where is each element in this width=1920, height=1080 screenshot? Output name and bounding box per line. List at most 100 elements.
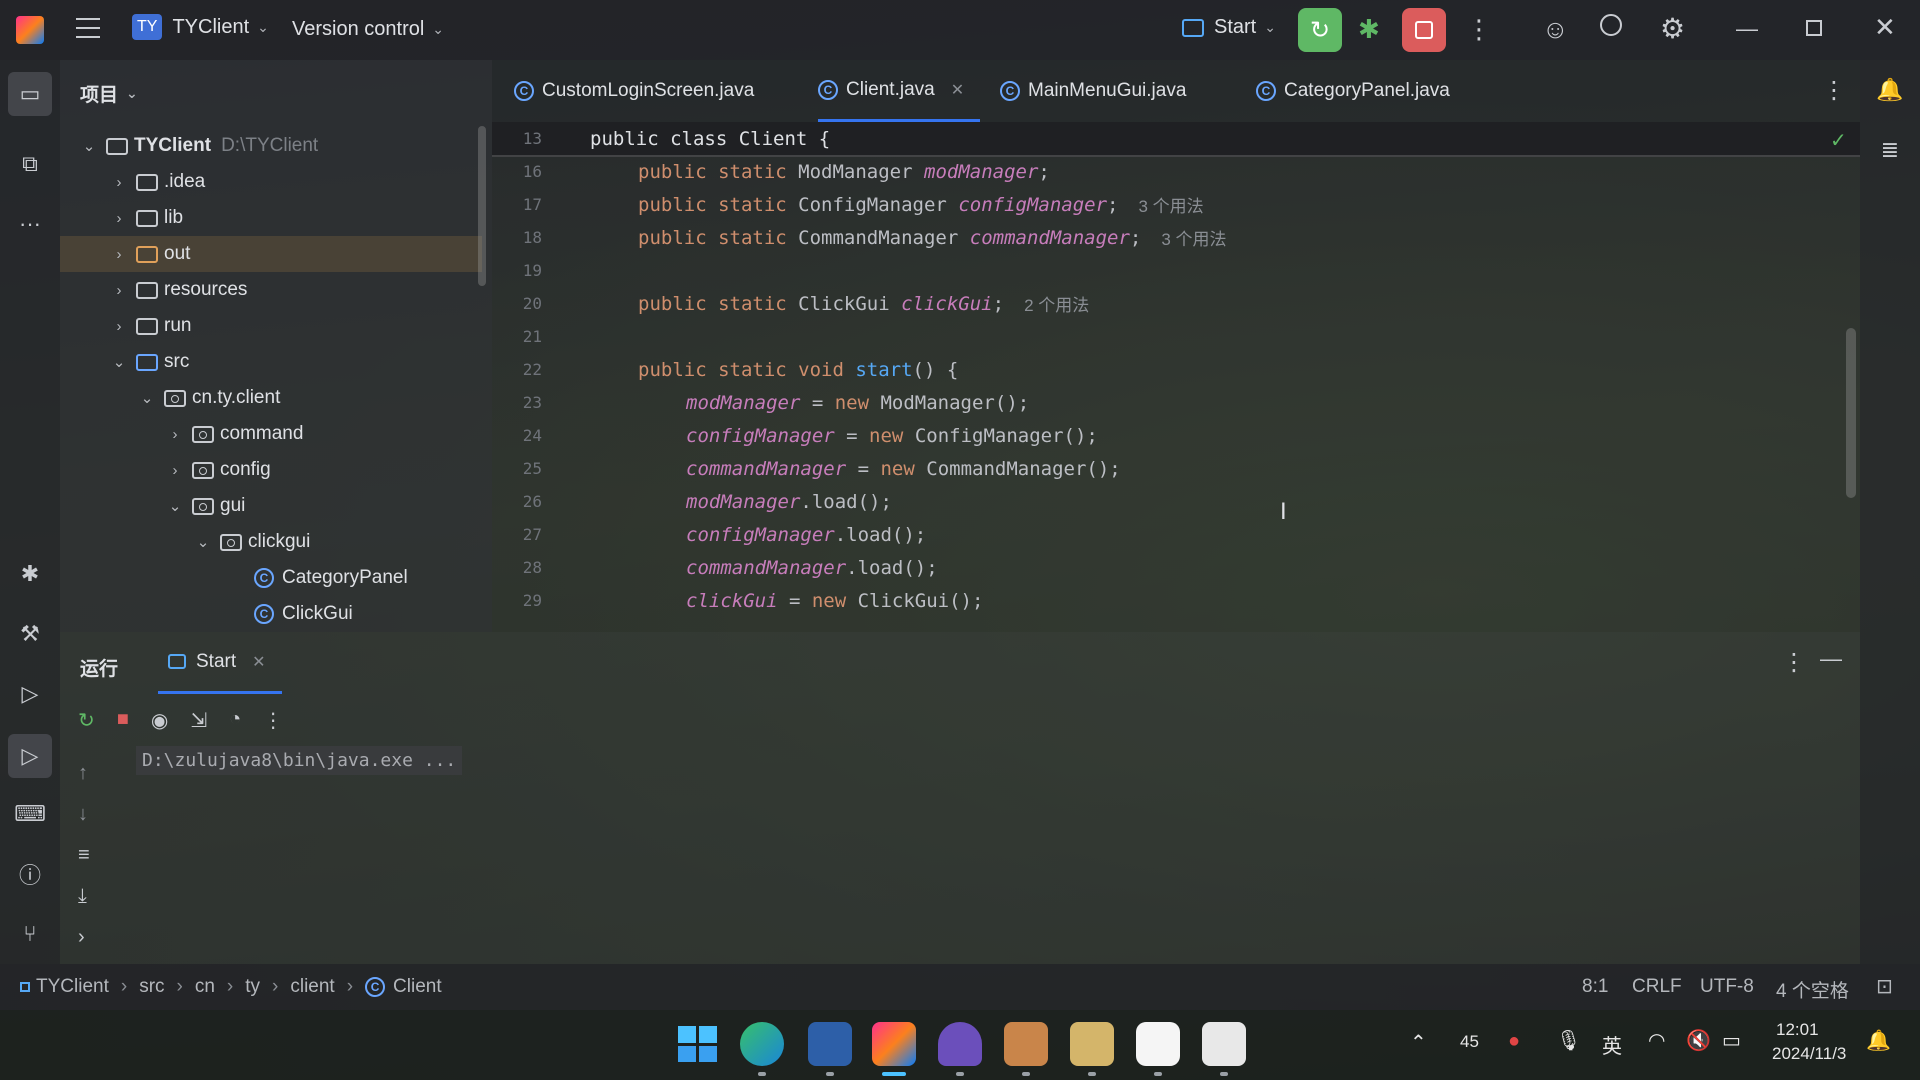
- scroll-to-end-icon[interactable]: ⤓: [78, 885, 90, 908]
- notifications-bell-icon[interactable]: 🔔: [1874, 74, 1906, 106]
- devcpp-icon[interactable]: [808, 1022, 852, 1066]
- tree-item-run[interactable]: › run: [110, 308, 192, 344]
- tree-item-command[interactable]: › command: [166, 416, 304, 452]
- code-line[interactable]: 16 public static ModManager modManager;: [492, 155, 1860, 188]
- restore-button[interactable]: [1806, 20, 1822, 36]
- code-line[interactable]: 20 public static ClickGui clickGui; 2 个用法: [492, 287, 1860, 320]
- tab-client[interactable]: C Client.java ✕: [818, 60, 981, 122]
- debug-button[interactable]: ✱: [1358, 14, 1380, 45]
- code-line[interactable]: 28 commandManager.load();: [492, 551, 1860, 584]
- crumb-ty[interactable]: ty: [245, 976, 260, 998]
- tray-number[interactable]: 45: [1460, 1032, 1479, 1052]
- file-app-icon[interactable]: [1070, 1022, 1114, 1066]
- clock-date[interactable]: 2024/11/3: [1772, 1044, 1846, 1064]
- code-line[interactable]: 17 public static ConfigManager configMana…: [492, 188, 1860, 221]
- tab-options-icon[interactable]: ⋮: [1822, 76, 1846, 105]
- battery-icon[interactable]: ▭: [1722, 1028, 1741, 1053]
- file-encoding[interactable]: UTF-8: [1700, 976, 1754, 998]
- stop-icon[interactable]: ■: [117, 708, 129, 733]
- database-icon[interactable]: ≣: [1874, 134, 1906, 166]
- close-tab-icon[interactable]: ✕: [252, 652, 265, 672]
- close-button[interactable]: ✕: [1874, 12, 1896, 43]
- tree-item-gui[interactable]: ⌄ gui: [166, 488, 246, 524]
- tree-item-resources[interactable]: › resources: [110, 272, 248, 308]
- stop-button[interactable]: [1402, 8, 1446, 52]
- git-branch-icon[interactable]: ⑂: [14, 918, 46, 950]
- run-tab-start[interactable]: Start ✕: [158, 632, 282, 694]
- minimize-button[interactable]: —: [1736, 16, 1758, 42]
- project-panel-header[interactable]: 项目 ⌄: [80, 80, 138, 107]
- build-hammer-icon[interactable]: ⚒: [14, 618, 46, 650]
- terminal-icon[interactable]: ⌨: [14, 798, 46, 830]
- line-separator[interactable]: CRLF: [1632, 976, 1682, 998]
- crumb-client-pkg[interactable]: client: [290, 976, 334, 998]
- tree-item-lib[interactable]: › lib: [110, 200, 184, 236]
- project-scrollbar[interactable]: [478, 126, 486, 286]
- code-with-me-icon[interactable]: ☺: [1542, 14, 1569, 45]
- tree-item-src[interactable]: ⌄ src: [110, 344, 190, 380]
- code-line[interactable]: 19: [492, 254, 1860, 287]
- intellij-taskbar-icon[interactable]: [872, 1022, 916, 1066]
- crumb-project[interactable]: TYClient: [36, 976, 109, 998]
- console-output[interactable]: D:\zulujava8\bin\java.exe ...: [136, 746, 463, 775]
- usage-hint[interactable]: 3 个用法: [1161, 225, 1226, 250]
- services-icon[interactable]: ▷: [14, 678, 46, 710]
- run-panel-options-icon[interactable]: ⋮: [1782, 648, 1806, 677]
- code-editor[interactable]: 13 public class Client { ✓ 16 public stat…: [492, 122, 1860, 632]
- code-line[interactable]: 22 public static void start() {: [492, 353, 1860, 386]
- camera-snapshot-icon[interactable]: ◉: [151, 708, 168, 733]
- notification-bell-icon[interactable]: 🔔: [1866, 1028, 1891, 1053]
- crumb-cn[interactable]: cn: [195, 976, 215, 998]
- visual-studio-icon[interactable]: [938, 1022, 982, 1066]
- code-line[interactable]: 18 public static CommandManager commandMa…: [492, 221, 1860, 254]
- restore-layout-icon[interactable]: ⇲: [190, 708, 207, 733]
- qq-icon[interactable]: [1136, 1022, 1180, 1066]
- indent-setting[interactable]: 4 个空格: [1776, 976, 1849, 1003]
- wifi-icon[interactable]: ◠: [1648, 1028, 1665, 1053]
- lock-icon[interactable]: ⊡: [1876, 974, 1893, 999]
- ime-indicator[interactable]: 英: [1602, 1030, 1622, 1059]
- expand-chevron-icon[interactable]: ›: [78, 926, 90, 949]
- profiler-gauge-icon[interactable]: ◔: [229, 708, 241, 733]
- main-menu-icon[interactable]: [76, 18, 100, 38]
- more-tools-icon[interactable]: ···: [14, 208, 46, 240]
- snipping-tool-icon[interactable]: [1202, 1022, 1246, 1066]
- project-switcher[interactable]: TY TYClient ⌄: [132, 14, 269, 40]
- hide-panel-icon[interactable]: —: [1820, 646, 1842, 672]
- tree-item-categorypanel[interactable]: C CategoryPanel: [254, 560, 408, 596]
- scroll-down-icon[interactable]: ↓: [78, 803, 90, 826]
- run-tool-icon[interactable]: ▷: [8, 734, 52, 778]
- clock-time[interactable]: 12:01: [1776, 1020, 1819, 1040]
- more-actions-icon[interactable]: ⋮: [263, 708, 283, 733]
- code-line[interactable]: 25 commandManager = new CommandManager();: [492, 452, 1860, 485]
- editor-scrollbar[interactable]: [1846, 328, 1856, 498]
- usage-hint[interactable]: 3 个用法: [1138, 192, 1203, 217]
- code-line[interactable]: 27 configManager.load();: [492, 518, 1860, 551]
- microphone-icon[interactable]: 🎙: [1556, 1028, 1581, 1053]
- project-folder-icon[interactable]: ▭: [8, 72, 52, 116]
- tree-root[interactable]: ⌄ TYClient D:\TYClient: [80, 128, 319, 164]
- windows-start-icon[interactable]: [674, 1022, 718, 1066]
- usage-hint[interactable]: 2 个用法: [1024, 291, 1089, 316]
- code-line[interactable]: 23 modManager = new ModManager();: [492, 386, 1860, 419]
- run-config-selector[interactable]: Start ⌄: [1182, 16, 1276, 39]
- code-line[interactable]: 29 clickGui = new ClickGui();: [492, 584, 1860, 617]
- close-tab-icon[interactable]: ✕: [951, 80, 964, 100]
- code-line[interactable]: 26 modManager.load();: [492, 485, 1860, 518]
- rerun-button[interactable]: ↻: [1298, 8, 1342, 52]
- intellij-logo-icon[interactable]: [16, 16, 44, 44]
- debug-tool-icon[interactable]: ✱: [14, 558, 46, 590]
- tree-item-clickgui-class[interactable]: C ClickGui: [254, 596, 353, 632]
- tab-categorypanel[interactable]: C CategoryPanel.java: [1256, 60, 1450, 122]
- more-actions-icon[interactable]: ⋮: [1466, 14, 1492, 45]
- show-hidden-icons-chevron[interactable]: ⌃: [1410, 1030, 1427, 1055]
- tab-customloginscreen[interactable]: C CustomLoginScreen.java: [514, 60, 754, 122]
- code-line[interactable]: 24 configManager = new ConfigManager();: [492, 419, 1860, 452]
- crumb-src[interactable]: src: [139, 976, 164, 998]
- structure-icon[interactable]: ⧉: [14, 148, 46, 180]
- volume-muted-icon[interactable]: 🔇: [1686, 1028, 1711, 1053]
- edge-browser-icon[interactable]: [740, 1022, 784, 1066]
- crumb-client-class[interactable]: Client: [393, 976, 442, 998]
- tab-mainmenugui[interactable]: C MainMenuGui.java: [1000, 60, 1186, 122]
- search-icon[interactable]: [1600, 14, 1622, 36]
